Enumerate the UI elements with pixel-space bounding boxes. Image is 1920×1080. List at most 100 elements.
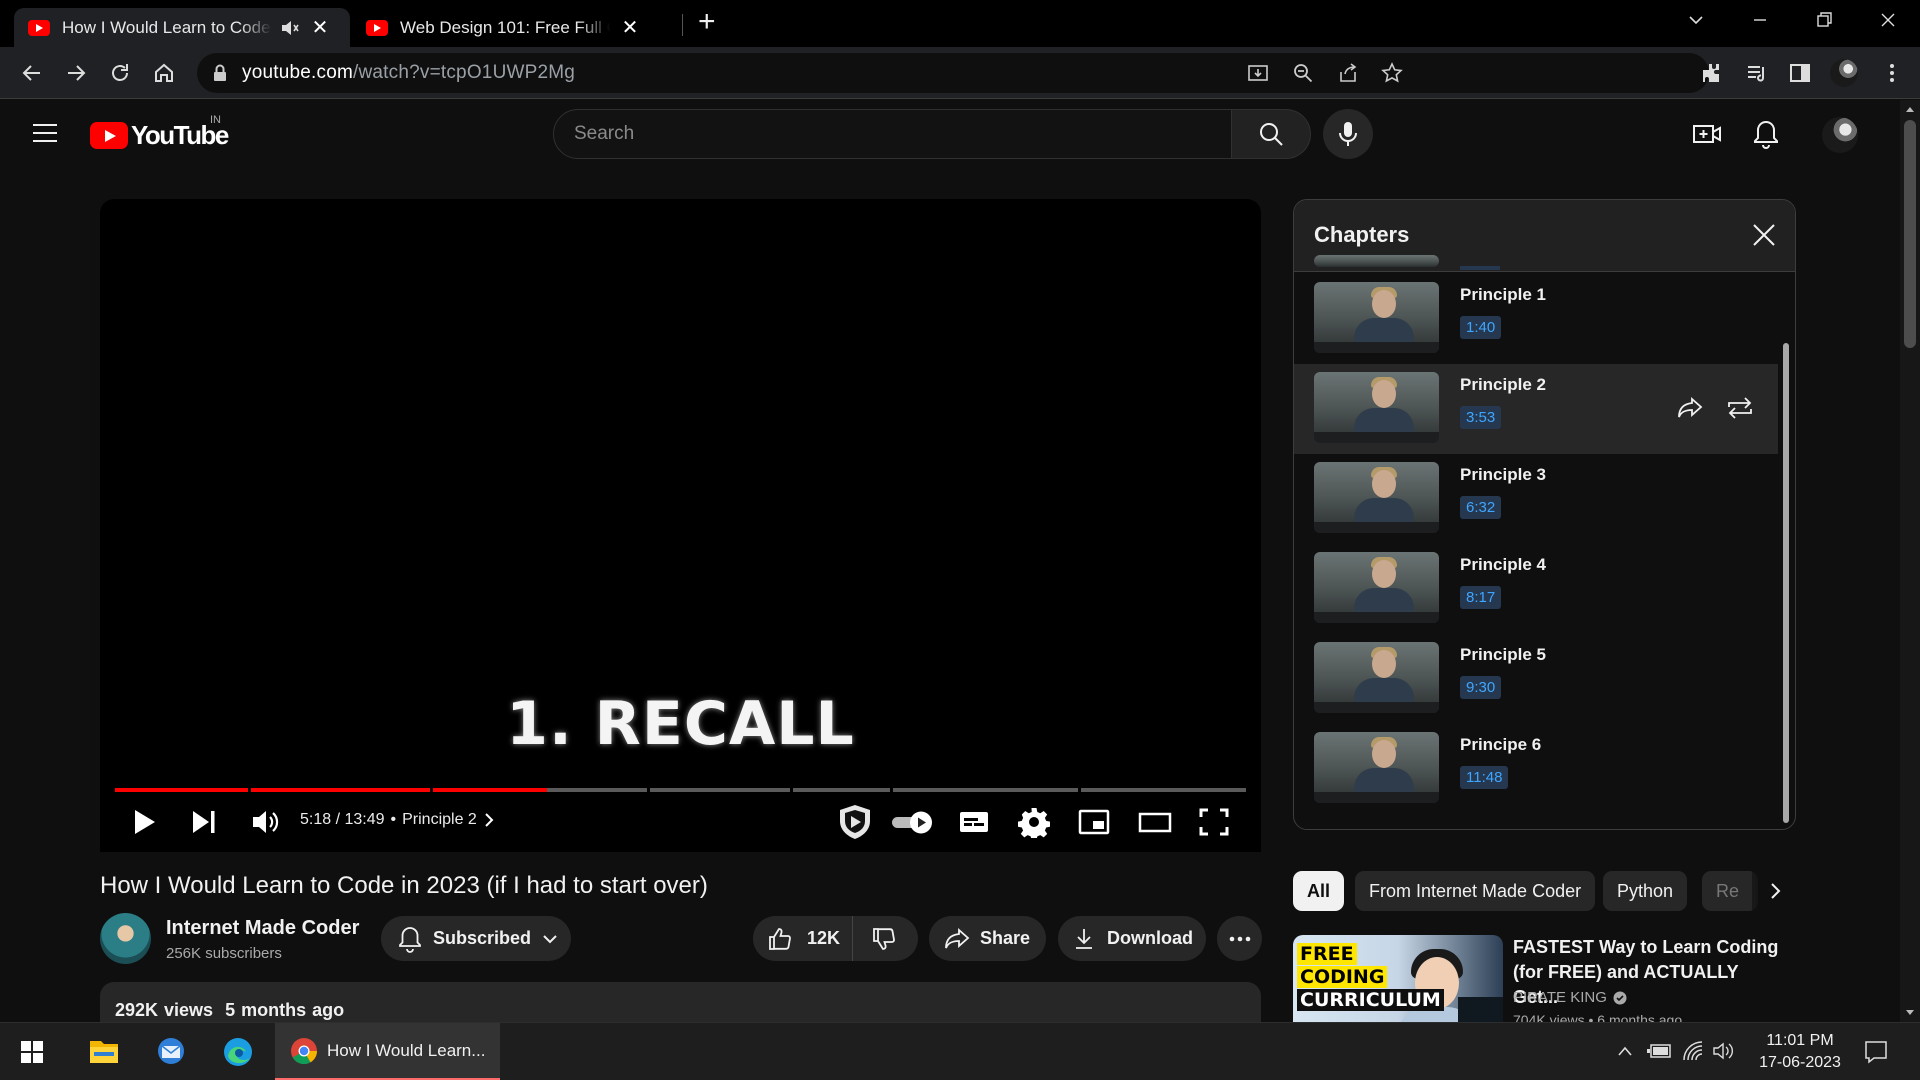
mail-app-icon[interactable] bbox=[155, 1036, 187, 1066]
scroll-down-arrow-icon[interactable] bbox=[1905, 1009, 1915, 1017]
hamburger-menu-icon[interactable] bbox=[32, 122, 58, 144]
progress-chapter-segment[interactable] bbox=[1080, 788, 1246, 792]
chapter-item-active[interactable]: Principle 2 3:53 bbox=[1294, 364, 1778, 454]
notification-center-icon[interactable] bbox=[1863, 1039, 1889, 1065]
progress-chapter-segment[interactable] bbox=[793, 788, 890, 792]
play-button[interactable] bbox=[130, 806, 158, 838]
chapter-timestamp[interactable]: 3:53 bbox=[1460, 406, 1502, 429]
chapter-item-partial[interactable] bbox=[1294, 200, 1778, 272]
chevron-right-icon[interactable] bbox=[483, 812, 495, 828]
chapter-item[interactable]: Principle 3 6:32 bbox=[1294, 454, 1778, 544]
recommended-channel[interactable]: PIRATE KING bbox=[1513, 989, 1627, 1006]
progress-chapter-segment[interactable] bbox=[892, 788, 1078, 792]
window-minimize-icon[interactable] bbox=[1750, 10, 1770, 30]
tab-search-chevron-icon[interactable] bbox=[1686, 10, 1706, 30]
chapter-loop-button[interactable] bbox=[1725, 395, 1755, 421]
chapter-item[interactable]: Principle 5 9:30 bbox=[1294, 634, 1778, 724]
chapter-timestamp[interactable]: 11:48 bbox=[1460, 766, 1509, 789]
progress-bar[interactable] bbox=[115, 788, 1246, 792]
current-chapter-label[interactable]: Principle 2 bbox=[402, 811, 477, 829]
window-restore-icon[interactable] bbox=[1814, 10, 1834, 30]
search-input[interactable] bbox=[554, 110, 1231, 158]
share-button[interactable]: Share bbox=[929, 916, 1046, 961]
chapter-item[interactable]: Principle 4 8:17 bbox=[1294, 544, 1778, 634]
account-avatar[interactable] bbox=[1822, 117, 1858, 153]
create-video-button[interactable] bbox=[1692, 119, 1722, 149]
fullscreen-button[interactable] bbox=[1198, 806, 1230, 838]
extensions-puzzle-icon[interactable] bbox=[1700, 61, 1724, 85]
more-actions-button[interactable] bbox=[1217, 916, 1262, 961]
tab-muted-speaker-icon[interactable] bbox=[280, 19, 300, 37]
volume-speaker-icon[interactable] bbox=[1712, 1040, 1734, 1062]
tab-close-icon[interactable]: ✕ bbox=[620, 15, 640, 40]
file-explorer-icon[interactable] bbox=[88, 1036, 120, 1066]
search-field[interactable] bbox=[553, 109, 1232, 159]
settings-button[interactable] bbox=[1018, 806, 1050, 838]
battery-icon[interactable] bbox=[1646, 1042, 1672, 1060]
lock-icon[interactable] bbox=[213, 64, 227, 82]
chip-partial[interactable]: Re bbox=[1702, 871, 1758, 911]
chip-from-channel[interactable]: From Internet Made Coder bbox=[1355, 871, 1596, 911]
taskbar-clock[interactable]: 11:01 PM 17-06-2023 bbox=[1740, 1030, 1860, 1074]
back-arrow-icon[interactable] bbox=[20, 61, 44, 85]
reload-icon[interactable] bbox=[108, 61, 132, 85]
new-tab-button[interactable]: + bbox=[698, 5, 716, 39]
youtube-logo[interactable]: YouTube IN bbox=[90, 114, 229, 151]
taskbar-chrome-window[interactable]: How I Would Learn... bbox=[275, 1023, 500, 1080]
page-scrollbar-thumb[interactable] bbox=[1904, 120, 1916, 348]
share-page-icon[interactable] bbox=[1337, 62, 1359, 84]
chapter-timestamp[interactable]: 9:30 bbox=[1460, 676, 1502, 699]
notifications-button[interactable] bbox=[1753, 119, 1779, 149]
address-bar[interactable]: youtube.com/watch?v=tcpO1UWP2Mg bbox=[197, 53, 1709, 93]
side-panel-icon[interactable] bbox=[1788, 61, 1812, 85]
page-scrollbar[interactable] bbox=[1900, 100, 1920, 1022]
progress-chapter-segment[interactable] bbox=[649, 788, 791, 792]
miniplayer-button[interactable] bbox=[1078, 806, 1110, 838]
voice-search-button[interactable] bbox=[1323, 109, 1373, 159]
shield-extension-button[interactable] bbox=[835, 802, 875, 842]
dislike-button[interactable] bbox=[853, 926, 897, 952]
edge-browser-icon[interactable] bbox=[222, 1036, 254, 1068]
tab-inactive[interactable]: Web Design 101: Free Full Course ✕ bbox=[352, 8, 672, 47]
chips-next-button[interactable] bbox=[1752, 871, 1800, 911]
subtitles-button[interactable] bbox=[958, 806, 990, 838]
subscribed-button[interactable]: Subscribed bbox=[381, 916, 571, 961]
tray-chevron-up-icon[interactable] bbox=[1617, 1045, 1633, 1057]
search-button[interactable] bbox=[1232, 109, 1311, 159]
chapter-item[interactable]: Principe 6 11:48 bbox=[1294, 724, 1778, 814]
media-queue-icon[interactable] bbox=[1745, 61, 1769, 85]
chrome-menu-icon[interactable] bbox=[1880, 61, 1904, 85]
theater-mode-button[interactable] bbox=[1138, 806, 1172, 838]
tab-active[interactable]: How I Would Learn to Code in 2023 (if I … bbox=[14, 8, 350, 47]
next-button[interactable] bbox=[190, 806, 218, 838]
channel-avatar[interactable] bbox=[100, 913, 151, 964]
volume-button[interactable] bbox=[250, 806, 280, 838]
progress-chapter-segment[interactable] bbox=[251, 788, 430, 792]
tab-close-icon[interactable]: ✕ bbox=[310, 15, 330, 40]
scroll-up-arrow-icon[interactable] bbox=[1905, 105, 1915, 113]
chip-all[interactable]: All bbox=[1293, 871, 1345, 911]
channel-name[interactable]: Internet Made Coder bbox=[166, 917, 359, 940]
download-button[interactable]: Download bbox=[1058, 916, 1206, 961]
forward-arrow-icon[interactable] bbox=[64, 61, 88, 85]
windows-start-icon[interactable] bbox=[20, 1040, 44, 1064]
chapter-timestamp[interactable]: 8:17 bbox=[1460, 586, 1502, 609]
wifi-icon[interactable] bbox=[1682, 1040, 1704, 1062]
window-close-icon[interactable] bbox=[1878, 10, 1898, 30]
chapters-scrollbar[interactable] bbox=[1783, 343, 1789, 823]
chapter-timestamp[interactable]: 1:40 bbox=[1460, 316, 1502, 339]
profile-avatar[interactable] bbox=[1830, 59, 1858, 87]
home-icon[interactable] bbox=[152, 61, 176, 85]
progress-chapter-segment[interactable] bbox=[115, 788, 249, 792]
progress-chapter-segment[interactable] bbox=[432, 788, 647, 792]
chapter-item[interactable]: Principle 1 1:40 bbox=[1294, 274, 1778, 364]
bookmark-star-icon[interactable] bbox=[1381, 62, 1403, 84]
video-player[interactable]: 1. RECALL 5:18 / 13:49 • Principle 2 bbox=[100, 199, 1261, 852]
autoplay-toggle[interactable] bbox=[890, 809, 936, 835]
chip-python[interactable]: Python bbox=[1603, 871, 1688, 911]
chapter-timestamp[interactable]: 6:32 bbox=[1460, 496, 1502, 519]
zoom-icon[interactable] bbox=[1292, 62, 1314, 84]
like-button[interactable]: 12K bbox=[753, 916, 853, 961]
chapter-share-button[interactable] bbox=[1676, 395, 1704, 421]
install-app-icon[interactable] bbox=[1247, 62, 1269, 84]
